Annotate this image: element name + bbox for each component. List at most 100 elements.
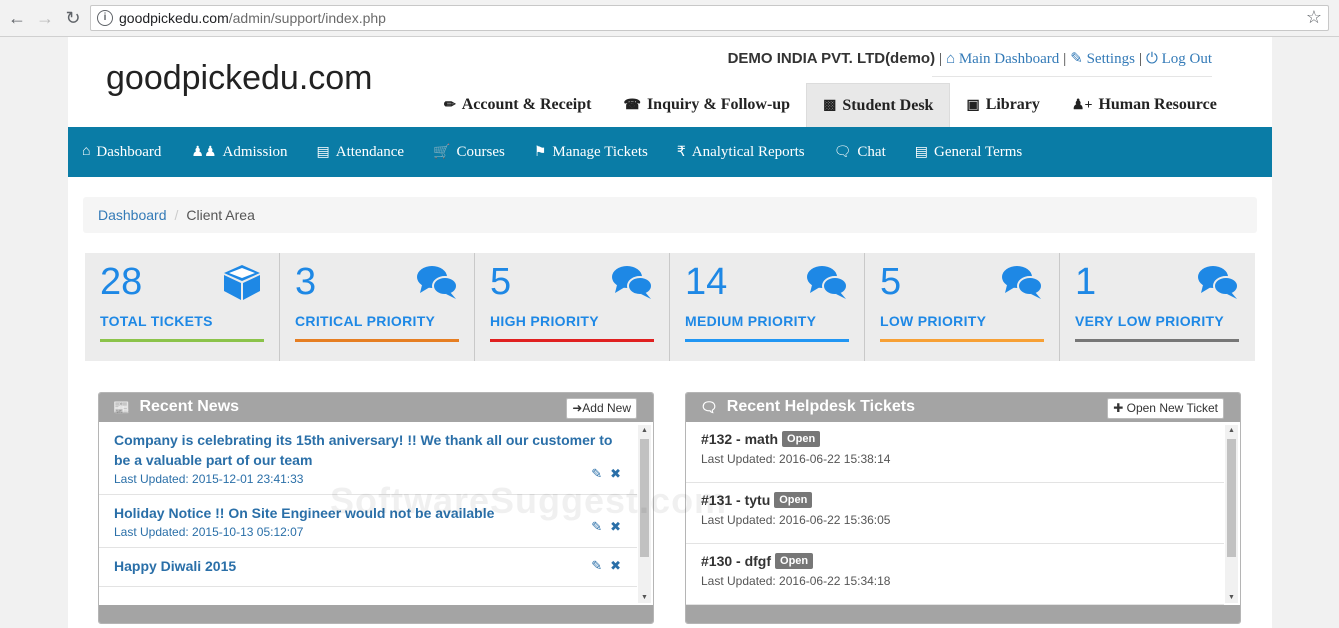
panel-footer [686,605,1240,623]
close-icon[interactable]: ✖ [610,558,621,573]
plus-icon: ✚ [1113,401,1124,415]
list-item[interactable]: #132 - math Open Last Updated: 2016-06-22… [686,422,1224,483]
cube-icon [224,265,260,300]
stat-label: LOW PRIORITY [880,313,987,329]
arrow-right-icon: ➜ [572,401,583,415]
stat-label: HIGH PRIORITY [490,313,599,329]
browser-toolbar: ← → ↻ i goodpickedu.com/admin/support/in… [0,0,1339,37]
bookmark-star-icon[interactable]: ☆ [1306,7,1322,28]
close-icon[interactable]: ✖ [610,466,621,481]
stat-bar [1075,339,1239,342]
comments-icon [417,266,458,299]
stat-very-low-priority[interactable]: 1 VERY LOW PRIORITY [1060,253,1255,361]
recent-tickets-panel: 🗨 Recent Helpdesk Tickets ✚ Open New Tick… [685,392,1241,624]
stat-value: 28 [100,261,143,303]
tickets-scrollbar[interactable]: ▲ ▼ [1225,425,1238,603]
stat-bar [880,339,1044,342]
stat-critical-priority[interactable]: 3 CRITICAL PRIORITY [280,253,475,361]
add-news-button[interactable]: ➜Add New [566,398,637,419]
pencil-icon: ✏ [444,97,456,113]
list-item: Company is celebrating its 15th aniversa… [99,422,637,495]
newspaper-icon: 📰 [113,398,131,415]
nav-manage-tickets[interactable]: ⚑ Manage Tickets [534,144,648,161]
stat-total-tickets[interactable]: 28 TOTAL TICKETS [85,253,280,361]
news-title[interactable]: Holiday Notice !! On Site Engineer would… [114,503,622,523]
breadcrumb-dashboard[interactable]: Dashboard [98,207,167,223]
nav-courses[interactable]: 🛒 Courses [433,144,505,161]
stat-medium-priority[interactable]: 14 MEDIUM PRIORITY [670,253,865,361]
recent-news-panel: 📰 Recent News ➜Add New Company is celebra… [98,392,654,624]
stat-bar [295,339,459,342]
close-icon[interactable]: ✖ [610,519,621,534]
stat-label: VERY LOW PRIORITY [1075,313,1225,329]
phone-icon: ☎ [623,97,641,113]
open-new-ticket-button[interactable]: ✚ Open New Ticket [1107,398,1224,419]
logout-link[interactable]: ⏻ Log Out [1146,51,1212,67]
status-badge: Open [775,553,814,569]
info-icon[interactable]: i [97,10,113,26]
list-item: Happy Diwali 2015 ✎ ✖ [99,548,637,587]
stat-value: 1 [1075,261,1097,303]
address-bar[interactable]: i goodpickedu.com/admin/support/index.ph… [90,5,1329,31]
back-icon[interactable]: ← [6,7,28,29]
edit-icon[interactable]: ✎ [591,519,602,534]
ticket-title[interactable]: #131 - tytu [701,492,770,508]
news-list: Company is celebrating its 15th aniversa… [99,422,637,607]
news-scrollbar[interactable]: ▲ ▼ [638,425,651,603]
stat-bar [490,339,654,342]
status-badge: Open [782,431,821,447]
stat-high-priority[interactable]: 5 HIGH PRIORITY [475,253,670,361]
main-dashboard-link[interactable]: ⌂ Main Dashboard [946,51,1059,67]
ticket-date: Last Updated: 2016-06-22 15:34:18 [701,574,891,588]
nav-analytical-reports[interactable]: ₹ Analytical Reports [677,144,805,161]
edit-icon: ✎ [1070,51,1083,67]
stat-low-priority[interactable]: 5 LOW PRIORITY [865,253,1060,361]
tags-icon: ⚑ [533,144,547,160]
list-item[interactable]: #130 - dfgf Open Last Updated: 2016-06-22… [686,544,1224,605]
comment-icon: 🗨 [833,144,852,160]
news-date: Last Updated: 2015-12-01 23:41:33 [114,472,304,486]
reload-icon[interactable]: ↻ [62,7,84,29]
ticket-date: Last Updated: 2016-06-22 15:38:14 [701,452,891,466]
comments-icon [1002,266,1043,299]
panel-title: 🗨 Recent Helpdesk Tickets [700,398,916,415]
panel-header: 📰 Recent News ➜Add New [99,393,653,422]
stat-value: 5 [490,261,512,303]
nav-chat[interactable]: 🗨 Chat [834,144,886,161]
stat-value: 14 [685,261,728,303]
stat-value: 5 [880,261,902,303]
page-container: goodpickedu.com DEMO INDIA PVT. LTD(demo… [68,37,1272,628]
site-logo[interactable]: goodpickedu.com [106,59,373,98]
power-icon: ⏻ [1145,51,1158,67]
news-title[interactable]: Company is celebrating its 15th aniversa… [114,430,622,470]
module-nav: ⌂ Dashboard ♟♟ Admission ▤ Attendance 🛒 Cour… [68,127,1272,177]
comments-icon [807,266,848,299]
tab-library[interactable]: ▣ Library [950,83,1055,127]
company-name: DEMO INDIA PVT. LTD(demo) [727,50,936,67]
news-title[interactable]: Happy Diwali 2015 [114,556,622,576]
nav-attendance[interactable]: ▤ Attendance [317,144,405,161]
book-icon: ▣ [966,97,980,113]
users-icon: ♟♟ [191,144,217,160]
nav-admission[interactable]: ♟♟ Admission [191,144,287,161]
edit-icon[interactable]: ✎ [591,466,602,481]
url-text[interactable]: goodpickedu.com/admin/support/index.php [119,10,386,26]
tab-student-desk[interactable]: ▩ Student Desk [806,83,951,127]
main-tabs: ✏ Account & Receipt ☎ Inquiry & Follow-up … [428,83,1233,127]
ticket-title[interactable]: #130 - dfgf [701,553,771,569]
forward-icon[interactable]: → [34,7,56,29]
tab-human-resource[interactable]: ♟+ Human Resource [1056,83,1233,127]
tab-inquiry-followup[interactable]: ☎ Inquiry & Follow-up [607,83,806,127]
nav-general-terms[interactable]: ▤ General Terms [915,144,1022,161]
panel-header: 🗨 Recent Helpdesk Tickets ✚ Open New Tick… [686,393,1240,422]
list-item: Holiday Notice !! On Site Engineer would… [99,495,637,548]
ticket-title[interactable]: #132 - math [701,431,778,447]
stat-bar [100,339,264,342]
stat-label: TOTAL TICKETS [100,313,213,329]
list-item[interactable]: #131 - tytu Open Last Updated: 2016-06-22… [686,483,1224,544]
edit-icon[interactable]: ✎ [591,558,602,573]
nav-dashboard[interactable]: ⌂ Dashboard [82,144,161,161]
settings-link[interactable]: ✎ Settings [1070,51,1135,67]
tab-account-receipt[interactable]: ✏ Account & Receipt [428,83,607,127]
news-date: Last Updated: 2015-10-13 05:12:07 [114,525,304,539]
